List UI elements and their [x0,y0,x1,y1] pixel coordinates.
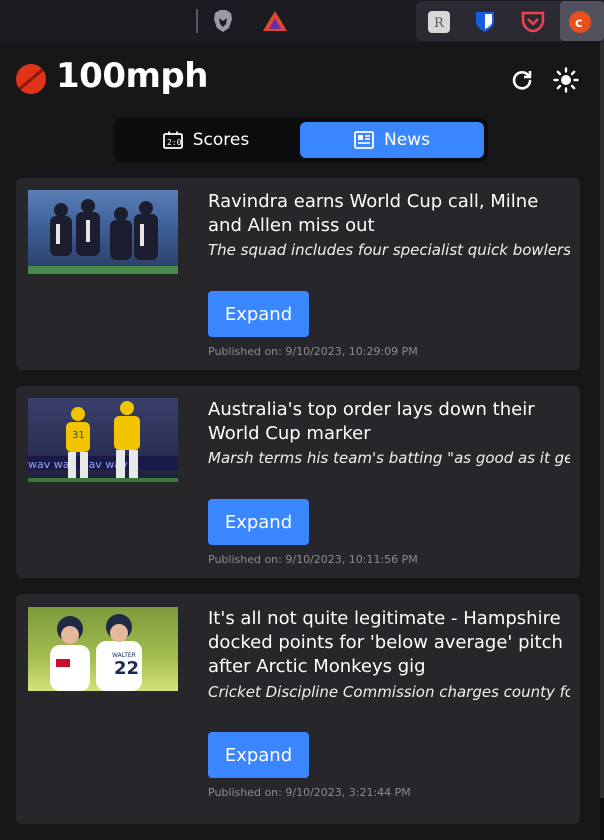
news-thumbnail[interactable] [28,190,178,274]
svg-text:31: 31 [72,430,85,441]
svg-text:wav wav wav wav: wav wav wav wav [28,458,128,471]
news-title[interactable]: Ravindra earns World Cup call, Milne and… [208,190,568,238]
news-description: The squad includes four specialist quick… [208,241,570,259]
triangle-icon[interactable] [262,8,288,34]
browser-toolbar: R c [0,0,604,42]
tab-news[interactable]: News [300,122,484,158]
shirt-number: 22 [114,658,139,679]
brave-lion-icon[interactable] [210,8,236,34]
refresh-icon [512,71,532,90]
tab-news-label: News [384,130,430,150]
tab-scores-label: Scores [192,130,250,150]
news-card: 22 WALTER It's all not quite legitimate … [16,594,580,824]
sun-icon [553,67,579,93]
cricket-ball-icon [16,64,46,94]
expand-button[interactable]: Expand [208,732,309,778]
newspaper-icon [354,131,374,149]
svg-text:c: c [575,16,583,31]
expand-button[interactable]: Expand [208,499,309,545]
news-description: Marsh terms his team's batting "as good … [208,449,570,467]
news-thumbnail[interactable]: wav wav wav wav 31 [28,398,178,482]
news-description: Cricket Discipline Commission charges co… [208,683,570,701]
pocket-icon[interactable] [520,9,546,35]
svg-text:2:0: 2:0 [167,138,182,147]
tab-scores[interactable]: 2:0 Scores [118,122,294,158]
scoreboard-icon: 2:0 [162,131,183,149]
refresh-button[interactable] [508,66,536,94]
background-page-edge [600,42,604,798]
svg-text:R: R [434,16,445,31]
theme-toggle-button[interactable] [552,66,580,94]
toolbar-separator [196,9,198,33]
bitwarden-icon[interactable] [472,9,498,35]
news-card: wav wav wav wav 31 Australia's top order… [16,386,580,578]
news-title[interactable]: It's all not quite legitimate - Hampshir… [208,607,568,679]
published-date: Published on: 9/10/2023, 10:29:09 PM [208,345,418,358]
published-date: Published on: 9/10/2023, 10:11:56 PM [208,553,418,566]
extensions-group: R c [416,1,604,41]
published-date: Published on: 9/10/2023, 3:21:44 PM [208,786,411,799]
expand-button[interactable]: Expand [208,291,309,337]
readwise-icon[interactable]: R [426,9,452,35]
news-title[interactable]: Australia's top order lays down their Wo… [208,398,568,446]
view-tabs: 2:0 Scores News [114,118,488,162]
news-thumbnail[interactable]: 22 WALTER [28,607,178,691]
shirt-name: WALTER [112,652,136,659]
100mph-extension-icon[interactable]: c [567,9,593,35]
app-title: 100mph [56,56,208,96]
news-card: Ravindra earns World Cup call, Milne and… [16,178,580,370]
